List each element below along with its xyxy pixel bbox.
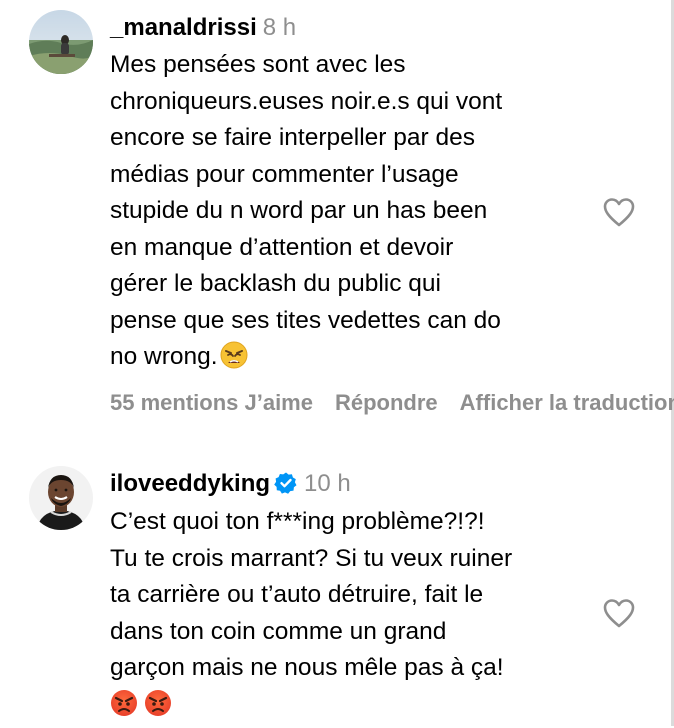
comment-text-line: dans ton coin comme un grand (110, 614, 600, 651)
comment-text-line: C’est quoi ton f***ing problème?!?! (110, 504, 600, 541)
comment-text-line: chroniqueurs.euses noir.e.s qui vont (110, 84, 600, 121)
comment-text-line: Tu te crois marrant? Si tu veux ruiner (110, 541, 600, 578)
comment-text-fragment: no wrong. (110, 343, 218, 370)
comment-text-line: garçon mais ne nous mêle pas à ça! (110, 650, 600, 687)
translate-link[interactable]: Afficher la traduction (460, 390, 674, 415)
comment-text: Mes pensées sont avec les chroniqueurs.e… (110, 47, 600, 381)
comment-text-line: pense que ses tites vedettes can do (110, 303, 600, 340)
timestamp[interactable]: 8 h (263, 14, 296, 41)
timestamp[interactable]: 10 h (304, 470, 351, 497)
likes-count-link[interactable]: 55 mentions J’aime (110, 390, 313, 415)
comment-text-line: stupide du n word par un has been (110, 193, 600, 230)
comment-actions: 55 mentions J’aime Répondre Afficher la tr… (110, 389, 674, 417)
emoji-line (110, 687, 600, 728)
username[interactable]: _manaldrissi (110, 14, 257, 41)
comment-text-line: médias pour commenter l’usage (110, 157, 600, 194)
pouting-face-emoji (144, 689, 172, 728)
pouting-face-emoji (110, 689, 138, 728)
comment-header: _manaldrissi8 h (110, 13, 296, 43)
comment-text-line-last: no wrong. (110, 339, 600, 381)
comment-text: C’est quoi ton f***ing problème?!?! Tu t… (110, 504, 600, 728)
like-heart-icon[interactable] (602, 196, 636, 228)
comment-text-line: en manque d’attention et devoir (110, 230, 600, 267)
comment-text-line: ta carrière ou t’auto détruire, fait le (110, 577, 600, 614)
avatar-iloveeddyking[interactable] (29, 466, 93, 530)
weary-face-emoji (220, 341, 248, 381)
reply-button[interactable]: Répondre (335, 390, 438, 415)
like-heart-icon[interactable] (602, 597, 636, 629)
avatar-manaldrissi[interactable] (29, 10, 93, 74)
comment-text-line: Mes pensées sont avec les (110, 47, 600, 84)
verified-badge-icon (274, 471, 298, 503)
comment-text-line: gérer le backlash du public qui (110, 266, 600, 303)
comment-text-line: encore se faire interpeller par des (110, 120, 600, 157)
comment-header: iloveeddyking 10 h (110, 469, 351, 503)
username[interactable]: iloveeddyking (110, 470, 270, 497)
